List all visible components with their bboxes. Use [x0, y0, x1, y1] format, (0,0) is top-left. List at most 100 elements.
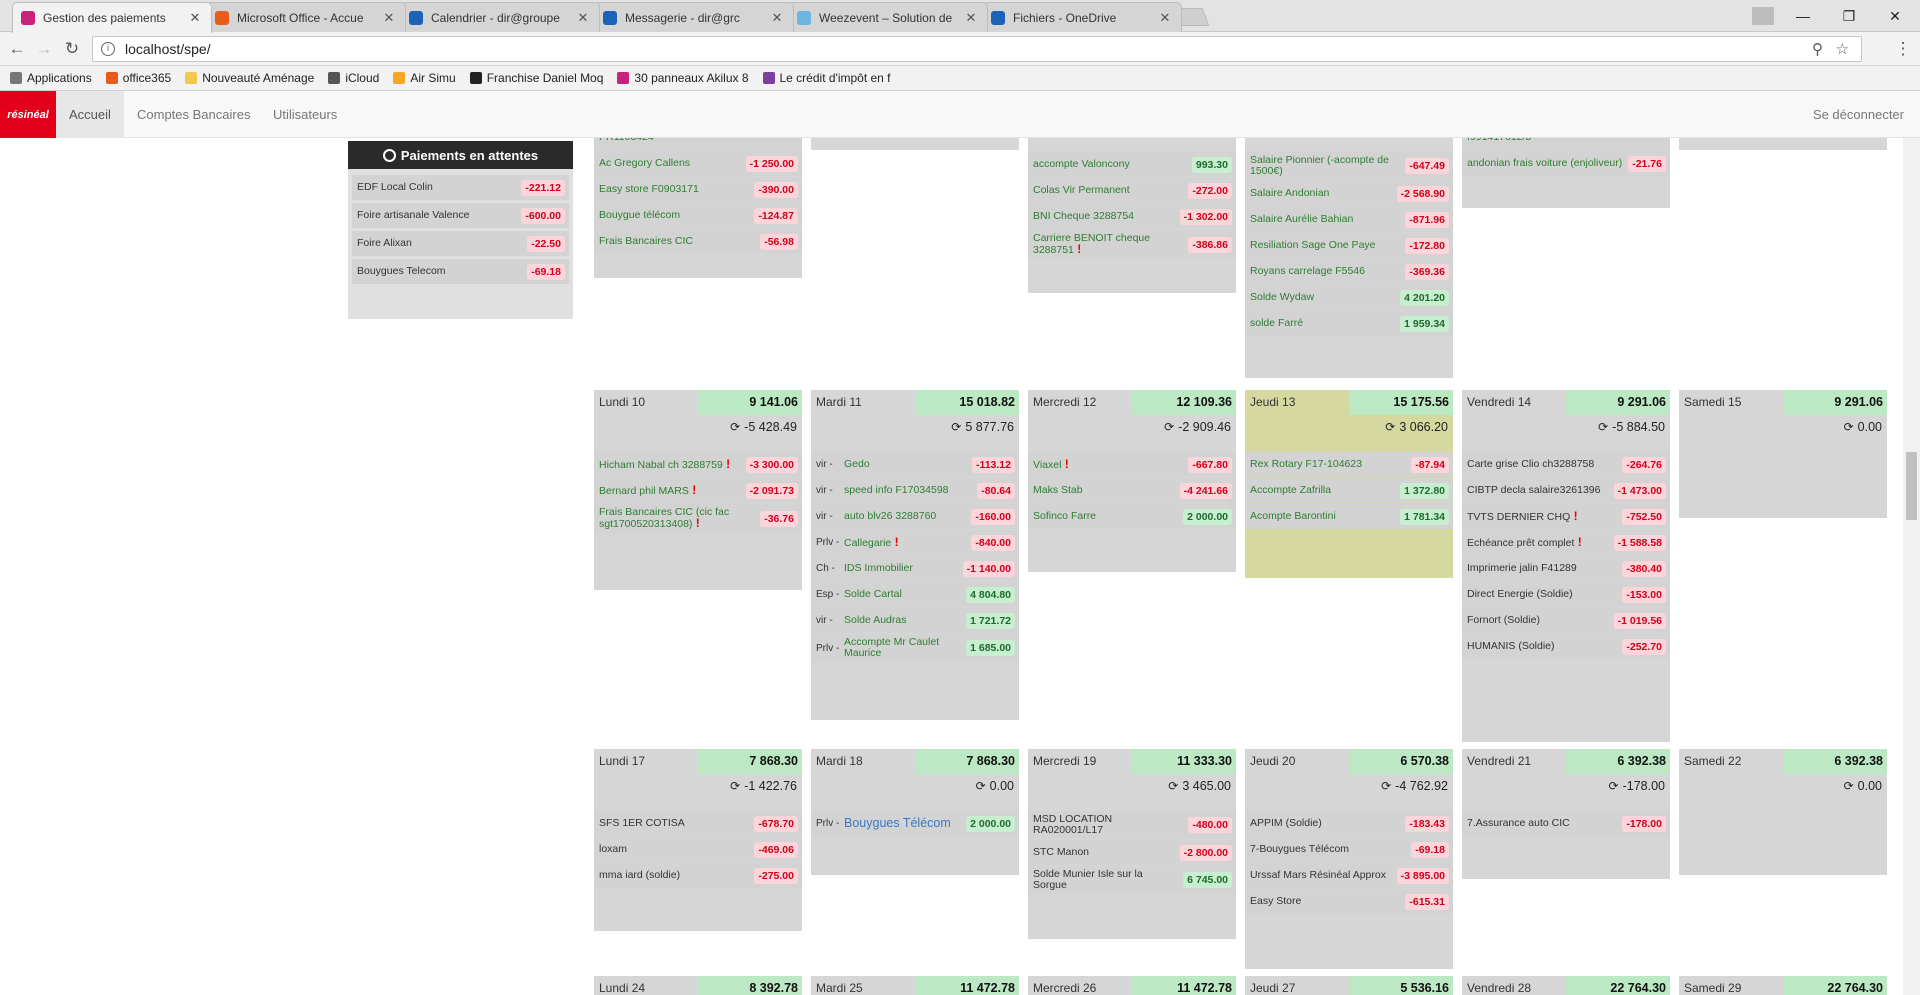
transaction-row[interactable]: Carte grise Clio ch3288758 -264.76: [1462, 452, 1670, 477]
transaction-row[interactable]: Salaire Pionnier (-acompte de 1500€) -647…: [1245, 152, 1453, 180]
transaction-row[interactable]: APPIM (Soldie) -183.43: [1245, 811, 1453, 836]
close-window-icon[interactable]: ✕: [1872, 0, 1918, 32]
forward-icon[interactable]: →: [33, 38, 55, 60]
scrollbar[interactable]: [1903, 138, 1920, 995]
transaction-row[interactable]: Salaire Andonian -2 568.90: [1245, 181, 1453, 206]
bookmark-item[interactable]: Franchise Daniel Moq: [469, 71, 603, 85]
transaction-row[interactable]: Esp - Solde Cartal 4 804.80: [811, 582, 1019, 607]
transaction-row[interactable]: Colas Vir Permanent -272.00: [1028, 178, 1236, 203]
pending-payment-row[interactable]: Bouygues Telecom -69.18: [352, 259, 569, 284]
transaction-row[interactable]: accompte Valoncony 993.30: [1028, 152, 1236, 177]
transaction-row[interactable]: Carriere BENOIT cheque 3288751 ! -386.86: [1028, 230, 1236, 259]
transaction-row[interactable]: Resiliation Sage One Paye -172.80: [1245, 233, 1453, 258]
transaction-row[interactable]: Rex Rotary F17-104623 -87.94: [1245, 452, 1453, 477]
close-tab-icon[interactable]: ✕: [963, 10, 979, 26]
back-icon[interactable]: ←: [6, 38, 28, 60]
transaction-row[interactable]: Bernard phil MARS ! -2 091.73: [594, 478, 802, 503]
pending-payment-row[interactable]: Foire Alixan -22.50: [352, 231, 569, 256]
transaction-row[interactable]: Viaxel ! -667.80: [1028, 452, 1236, 477]
transaction-row[interactable]: Bouygue télécom -124.87: [594, 203, 802, 228]
browser-tab[interactable]: Fichiers - OneDrive ✕: [982, 2, 1182, 32]
transaction-row[interactable]: Acompte Barontini 1 781.34: [1245, 504, 1453, 529]
transaction-row[interactable]: vir - auto blv26 3288760 -160.00: [811, 504, 1019, 529]
scrollbar-thumb[interactable]: [1906, 452, 1917, 520]
bookmark-item[interactable]: Le crédit d'impôt en f: [762, 71, 891, 85]
bookmark-item[interactable]: Applications: [10, 71, 92, 85]
transaction-row[interactable]: loxam -469.06: [594, 837, 802, 862]
transaction-amount: -160.00: [971, 508, 1015, 525]
info-icon[interactable]: i: [101, 42, 115, 56]
pending-payment-row[interactable]: EDF Local Colin -221.12: [352, 175, 569, 200]
nav-accueil[interactable]: Accueil: [56, 91, 124, 138]
reload-icon[interactable]: ↻: [61, 38, 83, 60]
browser-tab[interactable]: Microsoft Office - Accue ✕: [206, 2, 406, 32]
close-tab-icon[interactable]: ✕: [575, 10, 591, 26]
close-tab-icon[interactable]: ✕: [1157, 10, 1173, 26]
browser-tab[interactable]: Messagerie - dir@grc ✕: [594, 2, 794, 32]
transaction-row[interactable]: Solde Wydaw 4 201.20: [1245, 285, 1453, 310]
transaction-row[interactable]: vir - speed info F17034598 -80.64: [811, 478, 1019, 503]
transaction-row[interactable]: Ac Gregory Callens -1 250.00: [594, 151, 802, 176]
transaction-row[interactable]: TVTS DERNIER CHQ ! -752.50: [1462, 504, 1670, 529]
transaction-row[interactable]: Frais Bancaires CIC -56.98: [594, 229, 802, 254]
transaction-row[interactable]: mma iard (soldie) -275.00: [594, 863, 802, 888]
maximize-icon[interactable]: ❐: [1826, 0, 1872, 32]
transaction-row[interactable]: vir - Solde Audras 1 721.72: [811, 608, 1019, 633]
transaction-row[interactable]: 7-Bouygues Télécom -69.18: [1245, 837, 1453, 862]
zoom-icon[interactable]: ⚲: [1812, 40, 1823, 58]
transaction-row[interactable]: Direct Energie (Soldie) -153.00: [1462, 582, 1670, 607]
menu-icon[interactable]: ⋮: [1892, 38, 1914, 60]
transaction-row[interactable]: Accompte Zafrilla 1 372.80: [1245, 478, 1453, 503]
pending-payment-row[interactable]: Foire artisanale Valence -600.00: [352, 203, 569, 228]
transaction-row[interactable]: f991417012/3: [1462, 138, 1670, 150]
bookmark-star-icon[interactable]: ☆: [1836, 40, 1849, 58]
transaction-row[interactable]: Salaire Aurélie Bahian -871.96: [1245, 207, 1453, 232]
bookmark-item[interactable]: office365: [105, 71, 171, 85]
nav-comptes-bancaires[interactable]: Comptes Bancaires: [124, 91, 263, 138]
browser-tab[interactable]: Weezevent – Solution de ✕: [788, 2, 988, 32]
transaction-row[interactable]: Prlv - Callegarie ! -840.00: [811, 530, 1019, 555]
transaction-row[interactable]: Prlv - Bouygues Télécom 2 000.00: [811, 811, 1019, 836]
transaction-row[interactable]: Maks Stab -4 241.66: [1028, 478, 1236, 503]
transaction-label-text: Gedo: [844, 458, 870, 470]
transaction-row[interactable]: Hicham Nabal ch 3288759 ! -3 300.00: [594, 452, 802, 477]
transaction-row[interactable]: Sofinco Farre 2 000.00: [1028, 504, 1236, 529]
nav-utilisateurs[interactable]: Utilisateurs: [260, 91, 350, 138]
transaction-row[interactable]: Solde Munier Isle sur la Sorgue 6 745.00: [1028, 866, 1236, 894]
browser-tab[interactable]: Calendrier - dir@groupe ✕: [400, 2, 600, 32]
bookmark-item[interactable]: iCloud: [328, 71, 379, 85]
close-tab-icon[interactable]: ✕: [187, 10, 203, 26]
transaction-row[interactable]: Prlv - Accompte Mr Caulet Maurice 1 685.00: [811, 634, 1019, 662]
bookmark-item[interactable]: Nouveauté Aménage: [185, 71, 314, 85]
transaction-row[interactable]: Easy Store -615.31: [1245, 889, 1453, 914]
transaction-row[interactable]: Imprimerie jalin F41289 -380.40: [1462, 556, 1670, 581]
close-tab-icon[interactable]: ✕: [769, 10, 785, 26]
transaction-row[interactable]: Frais Bancaires CIC (cic fac sgt17005203…: [594, 504, 802, 533]
close-tab-icon[interactable]: ✕: [381, 10, 397, 26]
transaction-row[interactable]: 7.Assurance auto CIC -178.00: [1462, 811, 1670, 836]
transaction-row[interactable]: BNI Cheque 3288754 -1 302.00: [1028, 204, 1236, 229]
transaction-row[interactable]: STC Manon -2 800.00: [1028, 840, 1236, 865]
app-logo[interactable]: résinéal: [0, 91, 56, 138]
transaction-row[interactable]: Urssaf Mars Résinéal Approx -3 895.00: [1245, 863, 1453, 888]
transaction-row[interactable]: Easy store F0903171 -390.00: [594, 177, 802, 202]
minimize-icon[interactable]: —: [1780, 0, 1826, 32]
bookmark-item[interactable]: 30 panneaux Akilux 8: [617, 71, 749, 85]
browser-tab[interactable]: Gestion des paiements ✕: [12, 2, 212, 33]
transaction-row[interactable]: Fornort (Soldie) -1 019.56: [1462, 608, 1670, 633]
transaction-row[interactable]: Ch - IDS Immobilier -1 140.00: [811, 556, 1019, 581]
transaction-row[interactable]: andonian frais voiture (enjoliveur) -21.7…: [1462, 151, 1670, 176]
logout-link[interactable]: Se déconnecter: [1813, 91, 1904, 138]
day-sync-delta: ⟳ -5 884.50: [1462, 415, 1670, 440]
bookmark-item[interactable]: Air Simu: [393, 71, 456, 85]
transaction-row[interactable]: SFS 1ER COTISA -678.70: [594, 811, 802, 836]
transaction-row[interactable]: CIBTP decla salaire3261396 -1 473.00: [1462, 478, 1670, 503]
transaction-row[interactable]: solde Farré 1 959.34: [1245, 311, 1453, 336]
transaction-row[interactable]: MSD LOCATION RA020001/L17 -480.00: [1028, 811, 1236, 839]
url-input[interactable]: i localhost/spe/ ⚲ ☆: [92, 36, 1862, 62]
transaction-row[interactable]: HUMANIS (Soldie) -252.70: [1462, 634, 1670, 659]
transaction-row[interactable]: Royans carrelage F5546 -369.36: [1245, 259, 1453, 284]
transaction-row[interactable]: PR1103424: [594, 138, 802, 150]
transaction-row[interactable]: vir - Gedo -113.12: [811, 452, 1019, 477]
transaction-row[interactable]: Echéance prêt complet ! -1 588.58: [1462, 530, 1670, 555]
